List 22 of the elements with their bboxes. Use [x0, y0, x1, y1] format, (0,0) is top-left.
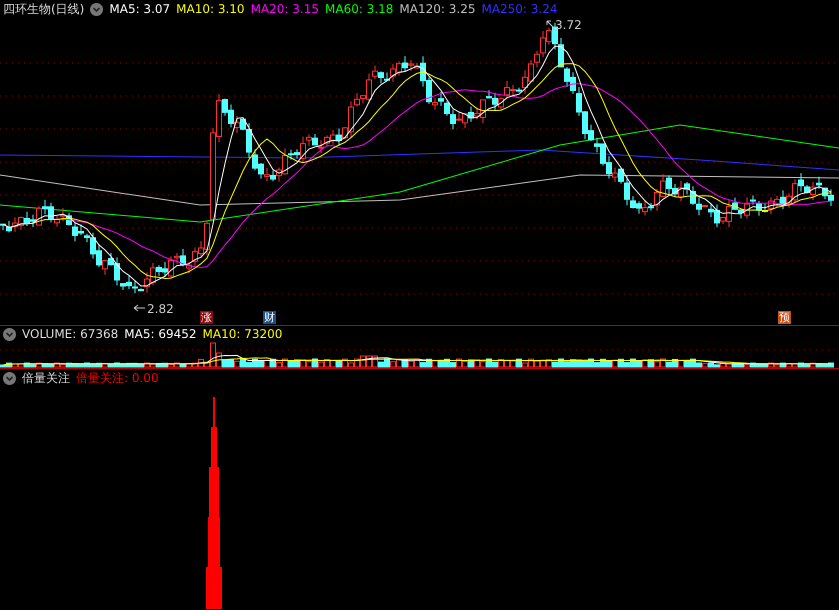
dropdown-icon[interactable]	[3, 328, 16, 340]
legend-value: MA120: 3.25	[399, 2, 476, 16]
event-marker[interactable]: 涨	[200, 311, 213, 324]
legend-value: MA250: 3.24	[481, 2, 558, 16]
indicator-title: 倍量关注	[22, 370, 70, 386]
legend-value: MA5: 3.07	[109, 2, 170, 16]
legend-value: MA10: 3.10	[176, 2, 245, 16]
price-label: 3.72	[555, 18, 582, 32]
indicator-title: VOLUME: 67368	[22, 327, 118, 341]
legend-value: MA60: 3.18	[325, 2, 394, 16]
legend-value: MA5: 69452	[124, 327, 197, 341]
stock-title: 四环生物(日线)	[3, 0, 84, 18]
pointer-icon	[134, 304, 146, 312]
event-marker[interactable]: 财	[263, 311, 276, 324]
dropdown-icon[interactable]	[3, 372, 16, 384]
event-marker[interactable]: 预	[778, 311, 791, 324]
legend-value: MA20: 3.15	[250, 2, 319, 16]
legend-value: MA10: 73200	[202, 327, 282, 341]
dropdown-icon[interactable]	[90, 2, 104, 16]
pointer-icon	[546, 20, 554, 28]
price-label: 2.82	[147, 302, 174, 316]
legend-value: 倍量关注: 0.00	[76, 370, 159, 386]
